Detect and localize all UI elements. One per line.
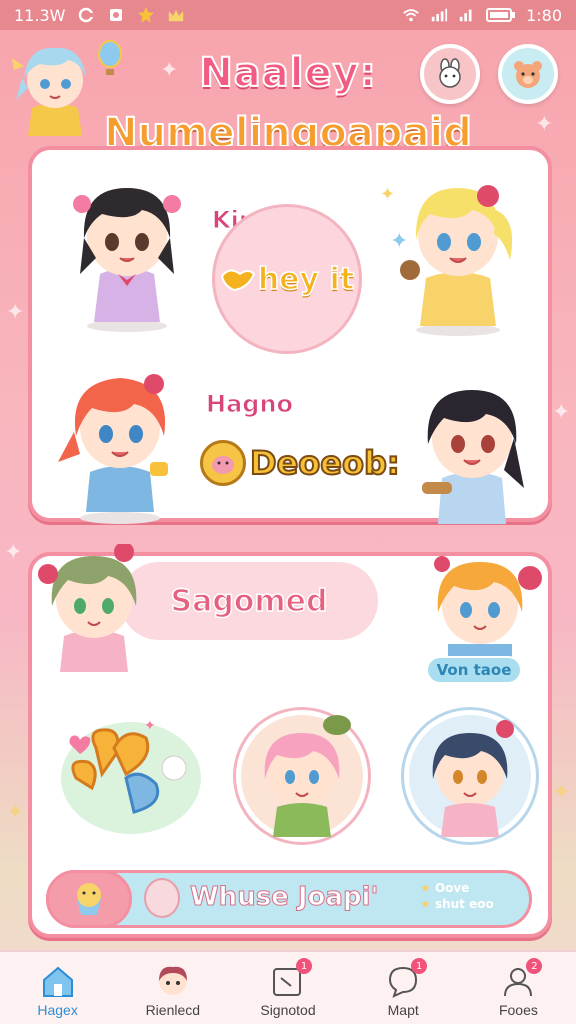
svg-text:✦: ✦ xyxy=(390,229,408,254)
svg-text:✦: ✦ xyxy=(380,184,395,205)
cupcake-icon xyxy=(77,883,101,915)
tab-profile-badge: 2 xyxy=(526,958,543,974)
bunny-icon xyxy=(439,58,461,88)
character-blonde-hair[interactable]: ✦ ✦ xyxy=(380,170,530,340)
greeting-bubble[interactable]: hey it xyxy=(212,204,362,354)
profile-icon: 2 xyxy=(498,958,543,1000)
tab-signed-badge: 1 xyxy=(296,958,312,974)
coin-amount: Deoeob: xyxy=(249,443,401,483)
pet-profile-button[interactable] xyxy=(420,44,480,104)
promo-side-text: ★ Oove ★ shut eoo xyxy=(420,881,494,911)
sparkle-icon: ✦ xyxy=(552,780,571,805)
battery-icon xyxy=(486,6,516,24)
cupcake-button[interactable] xyxy=(46,870,132,928)
tab-home-label: Hagex xyxy=(37,1002,78,1018)
sparkle-icon: ✦ xyxy=(6,800,25,825)
tab-profile-label: Fooes xyxy=(498,1002,538,1018)
promo-side-line1: Oove xyxy=(434,881,470,895)
chat-icon: 1 xyxy=(383,958,428,1000)
character-pink-hair-thumb[interactable] xyxy=(236,710,368,842)
status-bar: 11.3W 1:80 xyxy=(0,0,576,30)
tab-messages-badge: 1 xyxy=(411,958,428,974)
tab-messages-label: Mapt xyxy=(387,1002,419,1018)
tab-signed-label: Signotod xyxy=(260,1002,316,1018)
heart-sticker[interactable]: ✦ xyxy=(56,708,206,838)
promo-text: Whuse Joapi' xyxy=(189,882,379,913)
avatar-icon xyxy=(153,962,193,1000)
bird-icon xyxy=(220,269,256,292)
tab-friends[interactable]: Rienlecd xyxy=(115,952,230,1024)
status-time: 11.3W xyxy=(14,5,66,25)
sparkle-icon: ✦ xyxy=(4,540,23,565)
app-square-icon xyxy=(107,6,125,24)
section-banner[interactable]: Sagomed xyxy=(120,562,378,640)
promo-side-line2: shut eoo xyxy=(434,897,494,911)
status-badge[interactable]: Von taoe xyxy=(426,656,522,684)
app-c-icon xyxy=(77,6,95,24)
crown-icon xyxy=(167,6,185,24)
character-black-hair[interactable] xyxy=(62,174,192,334)
section-banner-label: Sagomed xyxy=(170,583,329,620)
character-green-hair[interactable] xyxy=(34,542,154,674)
star-icon xyxy=(137,6,155,24)
app-title-line1: Naaley: xyxy=(198,49,377,97)
edit-icon: 1 xyxy=(268,958,312,1000)
tab-home[interactable]: Hagex xyxy=(0,952,115,1024)
wifi-icon xyxy=(402,6,420,24)
sparkle-icon: ✦ xyxy=(6,300,25,325)
character-orange-hair[interactable] xyxy=(418,548,548,658)
egg-icon xyxy=(144,878,180,918)
signal-2-icon xyxy=(458,6,476,24)
bear-friend-button[interactable] xyxy=(498,44,558,104)
tab-friends-label: Rienlecd xyxy=(145,1002,201,1018)
character-navy-hair-thumb[interactable] xyxy=(404,710,536,842)
character-dark-hair[interactable] xyxy=(408,378,538,528)
character-red-hair[interactable] xyxy=(50,362,190,532)
coin-icon xyxy=(200,440,246,486)
signal-icon xyxy=(430,6,448,24)
bottom-tab-bar: Hagex Rienlecd 1 Signotod 1 Mapt 2 Fooes xyxy=(0,950,576,1024)
bear-icon xyxy=(514,61,542,88)
section-label: Hagno xyxy=(205,390,294,419)
home-icon xyxy=(38,962,78,1000)
svg-text:✦: ✦ xyxy=(144,718,156,734)
tab-messages[interactable]: 1 Mapt xyxy=(346,952,461,1024)
greeting-text: hey it xyxy=(257,261,355,298)
tab-signed[interactable]: 1 Signotod xyxy=(230,952,345,1024)
status-clock: 1:80 xyxy=(526,5,562,25)
tab-profile[interactable]: 2 Fooes xyxy=(461,952,576,1024)
sparkle-icon: ✦ xyxy=(552,400,571,425)
coin-balance[interactable]: Deoeob: xyxy=(200,440,401,486)
